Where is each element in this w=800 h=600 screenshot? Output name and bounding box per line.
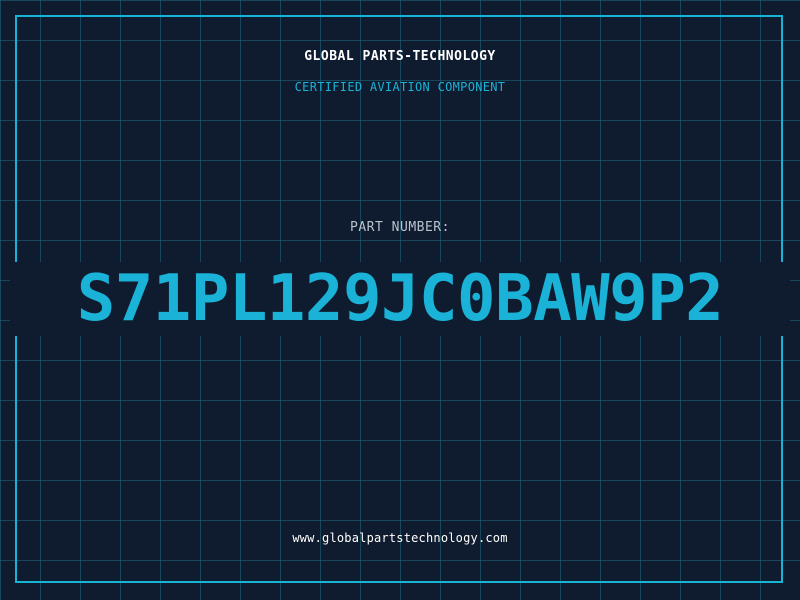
part-number-value: S71PL129JC0BAW9P2 xyxy=(76,262,724,336)
website-url: www.globalpartstechnology.com xyxy=(292,531,508,545)
certification-tagline: CERTIFIED AVIATION COMPONENT xyxy=(294,80,506,94)
part-number-label: PART NUMBER: xyxy=(350,220,450,235)
company-title: GLOBAL PARTS-TECHNOLOGY xyxy=(304,49,496,64)
